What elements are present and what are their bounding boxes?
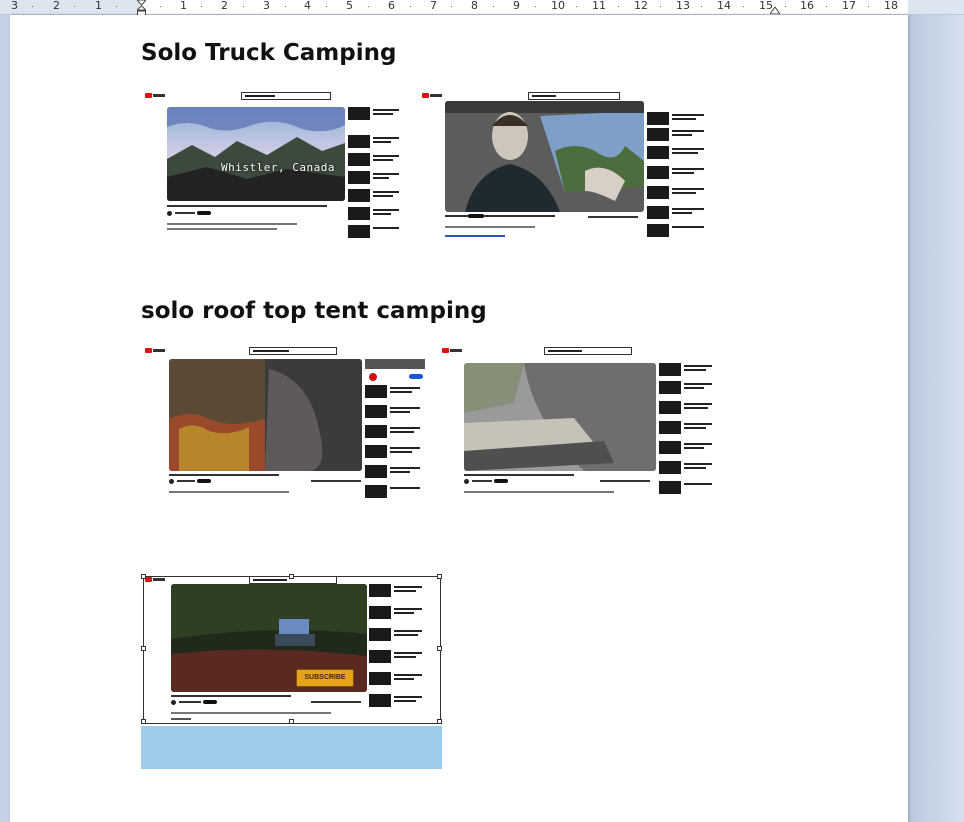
ruler-number: 6 xyxy=(388,0,395,12)
roof-top-tent-video-3[interactable] xyxy=(141,574,442,725)
ruler-number: 18 xyxy=(884,0,898,12)
horizontal-ruler[interactable]: 3 2 1 1 2 3 4 5 6 7 8 9 10 11 12 13 14 1… xyxy=(0,0,964,19)
heading-solo-roof-top-tent-camping[interactable]: solo roof top tent camping xyxy=(141,298,487,324)
ruler-number: 10 xyxy=(551,0,565,12)
heading-solo-truck-camping[interactable]: Solo Truck Camping xyxy=(141,40,396,66)
ruler-number: 4 xyxy=(304,0,311,12)
text-selection-highlight[interactable] xyxy=(141,726,442,769)
resize-handle-top[interactable] xyxy=(289,574,294,579)
solo-truck-camping-video-2[interactable] xyxy=(418,90,740,243)
right-indent-marker-icon[interactable] xyxy=(770,4,780,14)
youtube-logo-icon xyxy=(145,348,152,353)
ruler-number: 12 xyxy=(634,0,648,12)
search-bar xyxy=(249,347,337,355)
youtube-logo-icon xyxy=(145,577,152,582)
suggested-videos-list xyxy=(647,112,727,242)
video-player xyxy=(445,101,644,212)
subscribe-button: SUBSCRIBE xyxy=(296,669,354,687)
resize-handle-top-right[interactable] xyxy=(437,574,442,579)
ruler-number: 9 xyxy=(513,0,520,12)
video-overlay-title: Whistler, Canada xyxy=(221,161,335,174)
ruler-number: 14 xyxy=(717,0,731,12)
ruler-number: 16 xyxy=(800,0,814,12)
resize-handle-bottom-right[interactable] xyxy=(437,719,442,724)
resize-handle-left[interactable] xyxy=(141,646,146,651)
ruler-number: 17 xyxy=(842,0,856,12)
left-page-gutter xyxy=(0,15,10,822)
solo-truck-camping-video-1[interactable]: Whistler, Canada xyxy=(141,90,407,243)
ruler-right-margin xyxy=(908,0,964,14)
youtube-logo-icon xyxy=(422,93,429,98)
ruler-number: 8 xyxy=(471,0,478,12)
ruler-left-margin xyxy=(0,0,140,14)
video-player xyxy=(464,363,656,471)
youtube-logo-icon xyxy=(145,93,152,98)
ruler-number: 7 xyxy=(430,0,437,12)
ruler-number: 3 xyxy=(263,0,270,12)
roof-top-tent-video-1[interactable] xyxy=(141,345,435,504)
ruler-number: 2 xyxy=(53,0,60,12)
suggested-videos-list xyxy=(365,359,427,504)
ruler-number: 1 xyxy=(180,0,187,12)
suggested-videos-list xyxy=(369,584,441,724)
resize-handle-bottom-left[interactable] xyxy=(141,719,146,724)
resize-handle-top-left[interactable] xyxy=(141,574,146,579)
video-player xyxy=(167,107,345,201)
suggested-videos-list xyxy=(659,363,737,503)
search-bar xyxy=(528,92,620,100)
ruler-number: 13 xyxy=(676,0,690,12)
search-bar xyxy=(544,347,632,355)
ruler-number: 2 xyxy=(221,0,228,12)
suggested-videos-list xyxy=(348,107,404,241)
resize-handle-bottom[interactable] xyxy=(289,719,294,724)
search-bar xyxy=(241,92,331,100)
roof-top-tent-video-2[interactable] xyxy=(438,345,740,504)
ruler-number: 5 xyxy=(346,0,353,12)
video-player xyxy=(169,359,362,471)
resize-handle-right[interactable] xyxy=(437,646,442,651)
ruler-number: 11 xyxy=(592,0,606,12)
ruler-number: 1 xyxy=(95,0,102,12)
right-workspace xyxy=(908,15,964,822)
ruler-number: 3 xyxy=(11,0,18,12)
youtube-logo-icon xyxy=(442,348,449,353)
